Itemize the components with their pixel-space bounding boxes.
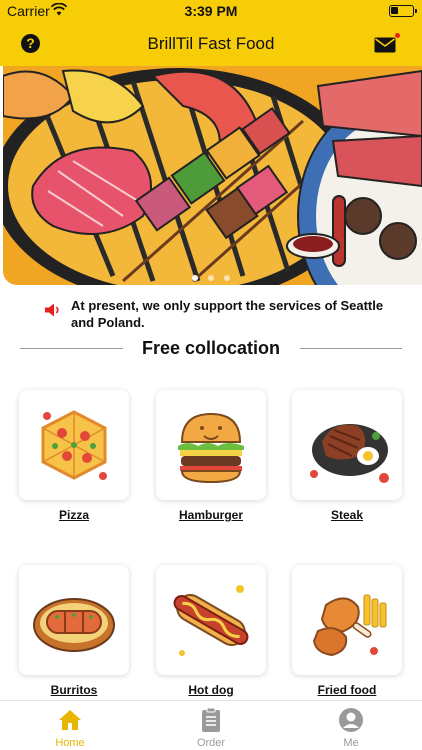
speaker-icon [45,303,59,317]
menu-label-hotdog[interactable]: Hot dog [156,683,266,697]
fried-food-icon [312,594,387,657]
menu-label-steak[interactable]: Steak [292,508,402,522]
service-area-notice: At present, we only support the services… [71,298,384,330]
menu-tile-burritos[interactable] [19,565,129,675]
menu-label-fried-food[interactable]: Fried food [292,683,402,697]
notification-dot [395,33,400,38]
hamburger-icon [178,412,244,484]
page-title: BrillTil Fast Food [147,34,275,53]
bbq-grill-illustration [3,66,422,285]
section-divider [300,348,402,349]
burritos-icon [33,598,115,652]
tab-home[interactable]: Home [0,701,140,750]
promo-banner[interactable] [3,66,422,285]
tab-label: Order [196,737,226,749]
status-bar: Carrier 3:39 PM [0,0,422,22]
menu-label-burritos[interactable]: Burritos [19,683,129,697]
menu-tile-hotdog[interactable] [156,565,266,675]
app-header: Carrier 3:39 PM ? BrillTil Fast Food [0,0,422,66]
pagination-dot[interactable] [191,275,198,281]
tab-label: Me [343,737,359,749]
tab-order[interactable]: Order [141,701,281,750]
tab-me[interactable]: Me [281,701,421,750]
menu-label-pizza[interactable]: Pizza [19,508,129,522]
status-time: 3:39 PM [184,3,238,19]
home-icon [59,710,81,730]
tab-bar: Home Order Me [0,700,422,750]
menu-label-hamburger[interactable]: Hamburger [156,508,266,522]
menu-tile-hamburger[interactable] [156,390,266,500]
tab-label: Home [55,737,85,749]
clipboard-icon [202,707,220,732]
battery-icon [389,5,417,17]
pagination-dot[interactable] [224,275,231,281]
menu-tile-fried-food[interactable] [292,565,402,675]
banner-pagination[interactable] [0,268,422,286]
menu-tile-pizza[interactable] [19,390,129,500]
hotdog-icon [173,585,249,656]
menu-tile-steak[interactable] [292,390,402,500]
pizza-icon [41,410,107,480]
steak-icon [310,424,389,483]
pagination-dot[interactable] [208,275,214,281]
user-icon [339,708,363,732]
mail-icon[interactable] [374,37,396,53]
